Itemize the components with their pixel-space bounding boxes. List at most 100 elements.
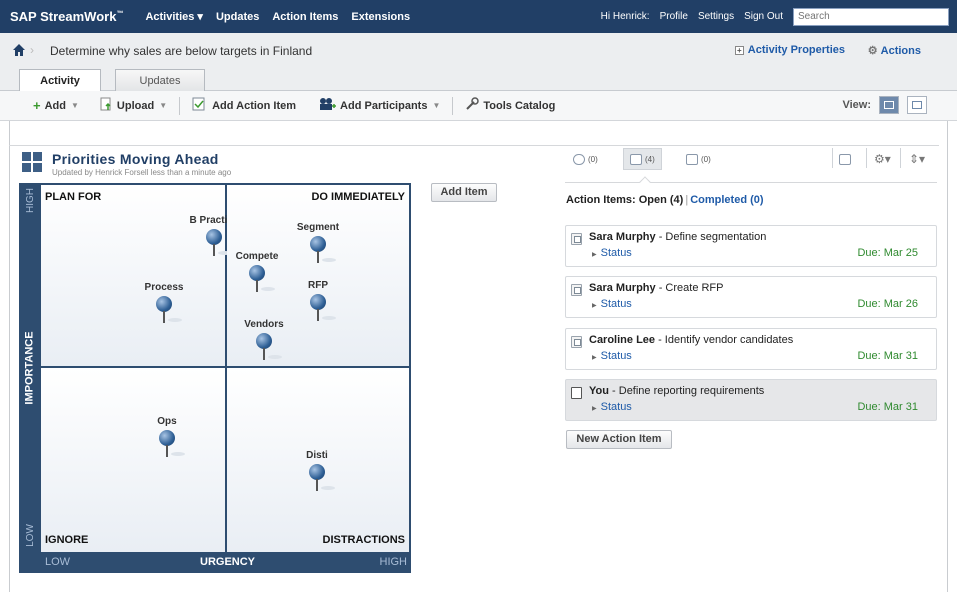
action-item-title: Sara Murphy - Create RFP (589, 282, 724, 294)
due-date: Due: Mar 25 (857, 247, 918, 259)
signout-link[interactable]: Sign Out (744, 11, 783, 22)
nav-action-items[interactable]: Action Items (272, 11, 338, 23)
action-item-title: Sara Murphy - Define segmentation (589, 231, 767, 243)
activity-title: Determine why sales are below targets in… (50, 44, 313, 58)
pin-compete[interactable]: Compete (227, 251, 287, 292)
action-item-title: Caroline Lee - Identify vendor candidate… (589, 334, 794, 346)
pin-process[interactable]: Process (134, 282, 194, 323)
pin-label: Segment (296, 222, 340, 233)
home-icon[interactable] (12, 43, 26, 57)
nav-updates[interactable]: Updates (216, 11, 259, 23)
tab-documents[interactable]: (0) (686, 148, 711, 170)
action-items-count: (4) (645, 154, 655, 164)
triangle-right-icon: ▶ (592, 406, 597, 412)
action-item-title: You - Define reporting requirements (589, 385, 765, 397)
x-axis: LOW URGENCY HIGH (39, 554, 409, 572)
quadrant-distractions: DISTRACTIONS Disti (227, 368, 409, 552)
action-item-card[interactable]: You - Define reporting requirements ▶ Sta… (565, 379, 937, 421)
open-label: Action Items: Open (4) (566, 194, 684, 206)
chevron-down-icon: ▼ (159, 101, 168, 110)
checklist-icon (630, 153, 642, 165)
action-item-card[interactable]: Sara Murphy - Create RFP ▶ Status Due: Ma… (565, 276, 937, 318)
task-checkbox[interactable] (571, 233, 582, 245)
greeting-text: Hi Henrick: (600, 11, 650, 22)
status-toggle[interactable]: ▶ Status (592, 298, 632, 310)
document-icon (686, 153, 698, 165)
brand-logo[interactable]: SAP StreamWork™ (10, 9, 123, 24)
actions-menu[interactable]: ⚙ Actions (868, 44, 921, 57)
task-checkbox[interactable] (571, 336, 582, 348)
x-axis-title: URGENCY (200, 556, 256, 568)
gear-icon: ⚙ (867, 45, 878, 57)
split-view-button[interactable] (907, 96, 927, 114)
list-view-icon (884, 101, 894, 109)
status-toggle[interactable]: ▶ Status (592, 350, 632, 362)
action-item-card[interactable]: Caroline Lee - Identify vendor candidate… (565, 328, 937, 370)
layout-icon (839, 153, 851, 165)
x-axis-high-label: HIGH (379, 556, 408, 568)
quadrant-label: DISTRACTIONS (322, 534, 406, 546)
completed-link[interactable]: Completed (0) (690, 194, 763, 206)
triangle-right-icon: ▶ (592, 252, 597, 258)
status-toggle[interactable]: ▶ Status (592, 247, 632, 259)
view-label: View: (842, 99, 871, 111)
priorities-subtitle: Updated by Henrick Forsell less than a m… (52, 168, 232, 177)
tab-discussion[interactable]: (0) (573, 148, 598, 170)
add-button[interactable]: + Add ▼ (33, 98, 79, 113)
pin-disti[interactable]: Disti (287, 450, 347, 491)
x-axis-low-label: LOW (45, 556, 71, 568)
priorities-tool-icon (22, 152, 42, 172)
tools-catalog-button[interactable]: Tools Catalog (465, 97, 555, 114)
search-input[interactable] (793, 7, 949, 26)
add-participants-button[interactable]: Add Participants ▼ (318, 97, 440, 114)
sort-icon: ⇕▾ (909, 152, 926, 166)
gear-icon: ⚙▾ (874, 152, 891, 166)
tab-activity[interactable]: Activity (19, 69, 101, 93)
quadrant-label: IGNORE (45, 534, 89, 546)
settings-menu-button[interactable]: ⚙▾ (874, 148, 891, 170)
profile-link[interactable]: Profile (660, 11, 688, 22)
due-date: Due: Mar 31 (857, 401, 918, 413)
nav-activities[interactable]: Activities ▾ (145, 10, 203, 23)
priority-matrix: HIGH IMPORTANCE LOW PLAN FOR B Practice … (19, 183, 411, 573)
actions-label: Actions (880, 45, 921, 57)
pin-vendors[interactable]: Vendors (234, 319, 294, 360)
add-action-item-button[interactable]: Add Action Item (192, 97, 296, 114)
add-item-button[interactable]: Add Item (431, 183, 497, 202)
y-axis-high-label: HIGH (24, 187, 36, 213)
layout-button[interactable] (839, 148, 854, 170)
task-checkbox[interactable] (571, 387, 582, 399)
pin-label: RFP (308, 280, 328, 291)
action-item-card[interactable]: Sara Murphy - Define segmentation ▶ Statu… (565, 225, 937, 267)
settings-link[interactable]: Settings (698, 11, 734, 22)
y-axis-low-label: LOW (24, 523, 36, 547)
pin-label: Compete (235, 251, 279, 262)
status-toggle[interactable]: ▶ Status (592, 401, 632, 413)
upload-button[interactable]: Upload ▼ (99, 97, 167, 114)
due-date: Due: Mar 26 (857, 298, 918, 310)
task-checkbox[interactable] (571, 284, 582, 296)
activity-properties-link[interactable]: + Activity Properties (734, 44, 845, 56)
nav-extensions[interactable]: Extensions (351, 11, 410, 23)
new-action-item-button[interactable]: New Action Item (566, 430, 672, 449)
tools-catalog-label: Tools Catalog (483, 99, 556, 112)
user-links: Hi Henrick: Profile Settings Sign Out (601, 0, 949, 33)
tab-action-items[interactable]: (4) (623, 148, 662, 170)
panel-tab-divider (900, 148, 901, 168)
tab-updates[interactable]: Updates (115, 69, 205, 92)
pin-icon (310, 236, 326, 252)
list-view-button[interactable] (879, 96, 899, 114)
quadrant-do-immediately: DO IMMEDIATELY Segment Compete RFP Vendo… (227, 185, 409, 366)
chevron-down-icon: ▼ (70, 101, 79, 110)
activity-header: › Determine why sales are below targets … (0, 33, 957, 93)
comment-icon (573, 153, 585, 165)
header-separator: | (685, 194, 689, 206)
plus-icon: + (33, 98, 41, 113)
action-item-icon (192, 97, 208, 114)
pin-segment[interactable]: Segment (288, 222, 348, 263)
pin-icon (206, 229, 222, 245)
sort-button[interactable]: ⇕▾ (909, 148, 925, 170)
pin-ops[interactable]: Ops (137, 416, 197, 457)
pin-rfp[interactable]: RFP (288, 280, 348, 321)
triangle-right-icon: ▶ (592, 355, 597, 361)
